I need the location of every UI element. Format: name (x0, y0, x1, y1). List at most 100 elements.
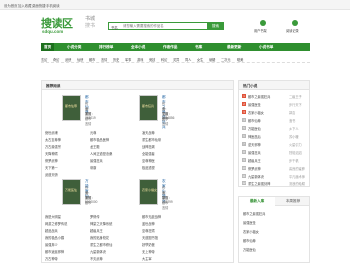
book-link[interactable]: 天道图书馆 (142, 235, 158, 240)
book-link[interactable]: 极品透视 (142, 165, 155, 170)
book-link[interactable]: 太古至尊神 (45, 137, 61, 142)
book-link[interactable]: 绝世武魂 (45, 130, 58, 135)
book-link[interactable]: 万古神帝 (45, 256, 58, 261)
reading-history-icon[interactable] (292, 20, 298, 26)
book-link[interactable]: 帝霸 (90, 165, 96, 170)
genre-link[interactable]: 历史 (113, 57, 119, 62)
nav-complete[interactable]: 全本小说 (131, 45, 145, 50)
book-link[interactable]: 天下第一 (45, 165, 58, 170)
list-item[interactable]: 万能医仙 (243, 247, 256, 252)
nav-library[interactable]: 书库 (195, 45, 202, 50)
nav-booklists[interactable]: 小说书单 (259, 45, 273, 50)
book-link[interactable]: 人间正道是沧桑 (90, 151, 112, 156)
search-button[interactable]: 搜索 (207, 22, 224, 30)
genre-link[interactable]: 言情 (101, 57, 107, 62)
book-cover[interactable]: 都市狂兵 (139, 95, 158, 121)
hot-item[interactable]: 都市之最强狂兵 (248, 94, 270, 99)
nav-rankings[interactable]: 排行榜单 (99, 45, 113, 50)
genre-link[interactable]: 仙侠 (77, 57, 83, 62)
user-bookshelf-label[interactable]: 用户书架 (254, 28, 267, 33)
genre-link[interactable]: 悬疑 (209, 57, 215, 62)
search-input[interactable] (123, 23, 201, 29)
nav-latest[interactable]: 最新更新 (227, 45, 241, 50)
book-link[interactable]: 重生之都市修仙 (90, 242, 112, 247)
book-link[interactable]: 盖世战神 (142, 221, 155, 226)
genre-link[interactable]: 女生 (197, 57, 203, 62)
tab-weekly[interactable]: 本周推荐 (275, 197, 311, 206)
search-type-select[interactable]: 书名 (111, 25, 118, 30)
user-bookshelf-icon[interactable] (260, 20, 266, 26)
genre-link[interactable]: 都市 (89, 57, 95, 62)
book-link[interactable]: 超级兵王 (90, 228, 103, 233)
list-item[interactable]: 都市仙尊 (243, 238, 256, 243)
genre-link[interactable]: 科幻 (161, 57, 167, 62)
book-link[interactable]: 万古最强宗 (45, 144, 61, 149)
hot-item[interactable]: 超级兵王 (248, 158, 261, 163)
book-link[interactable]: 网游之修罗传说 (45, 221, 67, 226)
book-link[interactable]: 九星霸体诀 (90, 249, 106, 254)
nav-authors[interactable]: 作者作品 (163, 45, 177, 50)
book-link[interactable]: 全能强者 (142, 151, 155, 156)
genre-link[interactable]: 同人 (185, 57, 191, 62)
set-home-link[interactable]: 设为首页 (4, 3, 18, 8)
book-link[interactable]: 我的贴身校花 (90, 235, 109, 240)
hot-item[interactable]: 最强医圣 (248, 102, 261, 107)
hot-item[interactable]: 神医凰后 (248, 134, 261, 139)
genre-link[interactable]: 二次元 (221, 57, 231, 62)
book-cover[interactable]: 农家小福女 (139, 179, 158, 205)
hot-item[interactable]: 最强狂兵 (248, 150, 261, 155)
nav-home[interactable]: 首页 (41, 43, 55, 51)
book-link[interactable]: 我是大明星 (45, 214, 61, 219)
genre-link[interactable]: 游戏 (137, 57, 143, 62)
book-link[interactable]: 战神狂飙 (142, 144, 155, 149)
add-favorite-link[interactable]: 加入收藏 (18, 3, 32, 8)
book-link[interactable]: 武道天骄 (45, 172, 58, 177)
list-item[interactable]: 都市之最强狂兵 (243, 211, 265, 216)
nav-categories[interactable]: 小说分类 (67, 45, 81, 50)
book-link[interactable]: 凌天战尊 (142, 130, 155, 135)
book-link[interactable]: 龙王殿 (90, 144, 100, 149)
book-link[interactable]: 修罗武神 (45, 158, 58, 163)
hot-item[interactable]: 万能医仙 (248, 126, 261, 131)
book-link[interactable]: 都市逍遥邪神 (45, 249, 64, 254)
hot-item[interactable]: 重生之最强剑神 (248, 181, 270, 186)
book-link[interactable]: 都市极品医神 (90, 137, 109, 142)
book-link[interactable]: 罗修传 (90, 214, 100, 219)
book-cover[interactable]: 万能医仙 (62, 179, 81, 205)
genre-link[interactable]: 武侠 (65, 57, 71, 62)
book-link[interactable]: 至尊神医 (142, 158, 155, 163)
mobile-reading-link[interactable]: 手机阅读 (46, 3, 60, 8)
book-link[interactable]: 无上神帝 (142, 249, 155, 254)
genre-link[interactable]: 灵异 (173, 57, 179, 62)
genre-link[interactable]: 竞技 (149, 57, 155, 62)
hot-item[interactable]: 都市仙尊 (248, 118, 261, 123)
genre-link[interactable]: 奇幻 (53, 57, 59, 62)
book-link[interactable]: 不灭武尊 (90, 256, 103, 261)
book-link[interactable]: 天降神婿 (45, 151, 58, 156)
desktop-shortcut-link[interactable]: 桌面快捷 (32, 3, 46, 8)
book-link[interactable]: 我的极品小姨 (45, 235, 64, 240)
site-logo[interactable]: 搜读区 sdqu.com 书城 搜书 (41, 15, 97, 37)
book-link[interactable]: 重生都市仙帝 (142, 137, 161, 142)
hot-item[interactable]: 九星霸体诀 (248, 174, 264, 179)
book-link[interactable]: 最强弃少 (45, 242, 58, 247)
book-link[interactable]: 都市无敌战神 (142, 214, 161, 219)
list-item[interactable]: 最强医圣 (243, 220, 256, 225)
genre-link[interactable]: 玄幻 (41, 57, 47, 62)
hot-item[interactable]: 逆天邪神 (248, 142, 261, 147)
book-link[interactable]: 神豪之天降系统 (90, 221, 112, 226)
book-link[interactable]: 最强狂兵 (90, 158, 103, 163)
genre-link[interactable]: 军事 (125, 57, 131, 62)
hot-item[interactable]: 农家小福女 (248, 110, 264, 115)
list-item[interactable]: 农家小福女 (243, 229, 259, 234)
book-link[interactable]: 超品战兵 (45, 228, 58, 233)
book-link[interactable]: 元尊 (90, 130, 96, 135)
tab-new[interactable]: 最新入库 (239, 197, 275, 206)
book-link[interactable]: 大主宰 (142, 256, 152, 261)
book-link[interactable]: 至尊狂婿 (142, 228, 155, 233)
book-cover[interactable]: 都市仙尊 (62, 95, 81, 121)
reading-history-label[interactable]: 阅读记录 (286, 28, 299, 33)
hot-item[interactable]: 修罗武神 (248, 166, 261, 171)
book-link[interactable]: 妖孽奶爸 (142, 242, 155, 247)
genre-link[interactable]: 耽美 (237, 57, 243, 62)
